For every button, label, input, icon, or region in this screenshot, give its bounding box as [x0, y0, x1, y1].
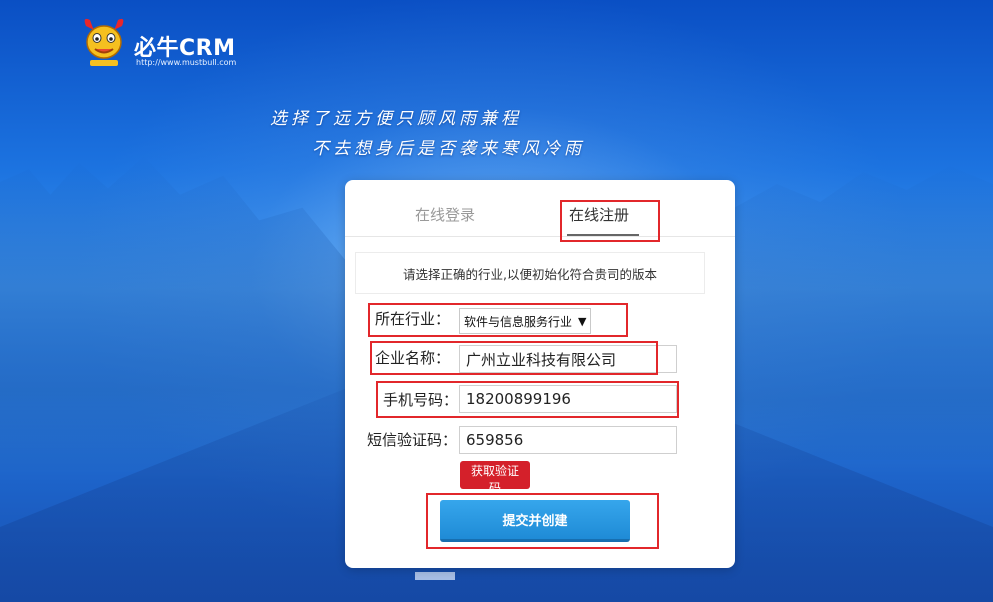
industry-select[interactable]: 软件与信息服务行业 ▼: [459, 308, 591, 334]
brand-url: http://www.mustbull.com: [136, 58, 237, 67]
tab-register[interactable]: 在线注册: [569, 204, 629, 225]
company-label: 企业名称：: [375, 349, 451, 367]
phone-label: 手机号码：: [383, 391, 459, 409]
company-name-field[interactable]: [459, 345, 677, 373]
industry-notice: 请选择正确的行业,以便初始化符合贵司的版本: [355, 252, 705, 294]
phone-field[interactable]: [459, 385, 677, 413]
sms-code-label: 短信验证码：: [367, 431, 458, 449]
bull-mascot-icon: [84, 18, 124, 66]
industry-select-value: 软件与信息服务行业: [464, 314, 573, 329]
industry-label: 所在行业：: [375, 310, 451, 328]
slogan-line-2: 不去想身后是否袭来寒风冷雨: [312, 139, 585, 159]
sms-code-field[interactable]: [459, 426, 677, 454]
get-code-button[interactable]: 获取验证码: [460, 461, 530, 495]
register-panel: 在线登录 在线注册 请选择正确的行业,以便初始化符合贵司的版本 所在行业： 软件…: [345, 180, 735, 568]
tab-divider: [345, 236, 735, 237]
submit-create-button[interactable]: 提交并创建: [440, 500, 630, 542]
logo: 必牛CRM http://www.mustbull.com: [80, 14, 240, 74]
tab-login[interactable]: 在线登录: [415, 204, 475, 225]
slogan-line-1: 选择了远方便只顾风雨兼程: [270, 109, 522, 129]
road-marking: [415, 572, 455, 580]
chevron-down-icon: ▼: [578, 314, 587, 328]
